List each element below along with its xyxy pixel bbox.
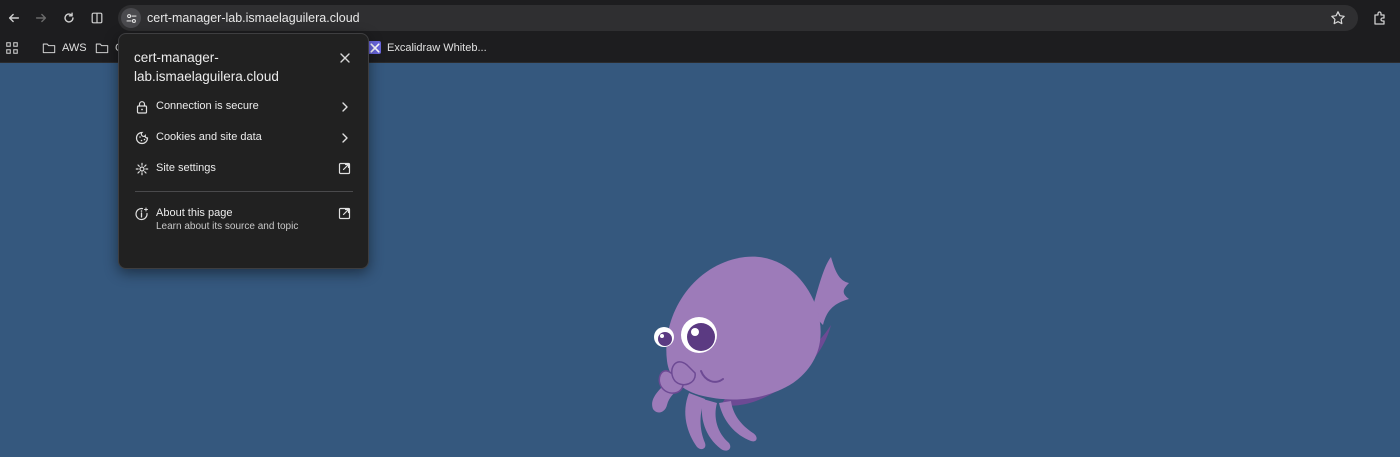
side-panel-button[interactable] — [87, 8, 107, 28]
connection-secure-item[interactable]: Connection is secure — [119, 92, 368, 122]
address-bar[interactable]: cert-manager-lab.ismaelaguilera.cloud — [118, 5, 1358, 31]
site-info-popup: cert-manager-lab.ismaelaguilera.cloud Co… — [118, 33, 369, 269]
bookmark-label: AWS — [62, 42, 87, 54]
reload-icon — [64, 12, 74, 23]
folder-icon — [95, 43, 109, 54]
bookmark-excalidraw[interactable]: Excalidraw Whiteb... — [368, 41, 487, 54]
gear-icon — [135, 162, 149, 176]
browser-toolbar: cert-manager-lab.ismaelaguilera.cloud — [0, 0, 1400, 36]
cookie-icon — [135, 131, 149, 145]
open-in-new-icon — [338, 162, 351, 175]
reload-button[interactable] — [59, 8, 79, 28]
item-label: Connection is secure — [156, 100, 259, 112]
site-info-button[interactable] — [121, 8, 141, 28]
item-sublabel: Learn about its source and topic — [156, 221, 299, 232]
forward-button[interactable] — [31, 8, 51, 28]
apps-grid-icon — [6, 42, 18, 54]
site-settings-item[interactable]: Site settings — [119, 154, 368, 184]
cookies-site-data-item[interactable]: Cookies and site data — [119, 123, 368, 153]
folder-icon — [42, 43, 56, 54]
excalidraw-favicon-icon — [368, 41, 381, 54]
tune-icon — [126, 13, 136, 23]
bookmark-folder-aws[interactable]: AWS — [42, 41, 87, 55]
back-arrow-icon — [8, 13, 20, 23]
url-text[interactable]: cert-manager-lab.ismaelaguilera.cloud — [147, 11, 360, 25]
close-icon[interactable] — [338, 51, 352, 65]
split-view-icon — [91, 12, 103, 24]
bookmark-star-icon[interactable] — [1330, 10, 1346, 26]
chevron-right-icon — [342, 133, 348, 143]
popup-divider — [135, 191, 353, 192]
item-label: About this page — [156, 207, 233, 219]
popup-site-title: cert-manager-lab.ismaelaguilera.cloud — [134, 50, 279, 84]
info-sparkle-icon — [135, 207, 148, 221]
back-button[interactable] — [4, 8, 24, 28]
extensions-puzzle-icon[interactable] — [1372, 10, 1388, 26]
item-label: Cookies and site data — [156, 131, 262, 143]
open-in-new-icon — [338, 207, 351, 220]
chevron-right-icon — [342, 102, 348, 112]
about-this-page-item[interactable]: About this page Learn about its source a… — [119, 199, 368, 243]
bookmark-label: Excalidraw Whiteb... — [387, 41, 487, 54]
cert-manager-mascot-illustration — [652, 256, 849, 451]
forward-arrow-icon — [35, 13, 47, 23]
apps-grid-button[interactable] — [5, 41, 19, 55]
item-label: Site settings — [156, 162, 216, 174]
lock-icon — [136, 101, 148, 114]
